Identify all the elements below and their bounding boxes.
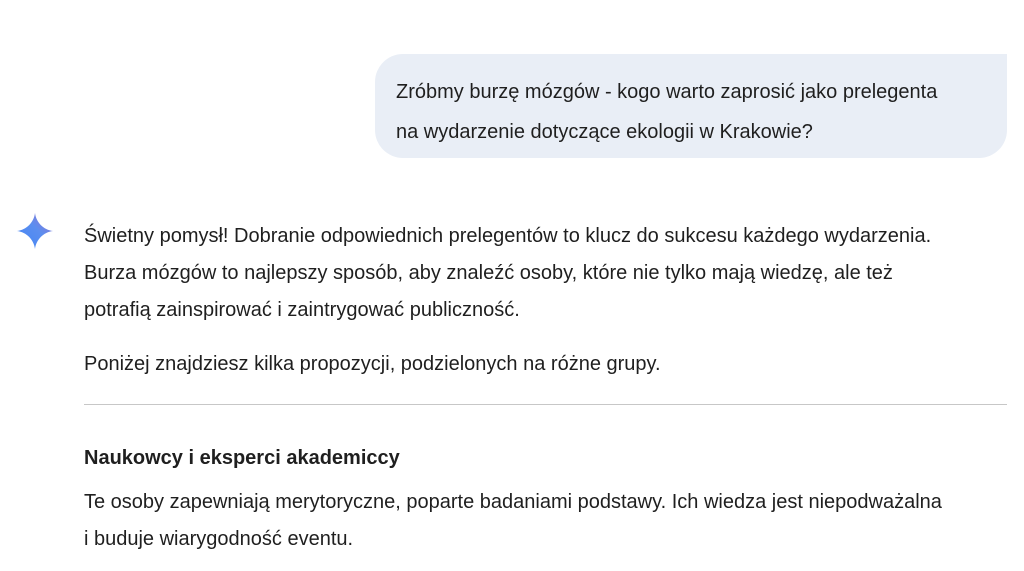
response-paragraph: Świetny pomysł! Dobranie odpowiednich pr… <box>84 218 1009 329</box>
gemini-sparkle-icon <box>17 213 53 249</box>
section-body-line: Te osoby zapewniają merytoryczne, popart… <box>84 491 942 513</box>
user-message-line: Zróbmy burzę mózgów - kogo warto zaprosi… <box>396 81 938 103</box>
user-message-bubble: Zróbmy burzę mózgów - kogo warto zaprosi… <box>375 54 1007 158</box>
response-paragraph: Poniżej znajdziesz kilka propozycji, pod… <box>84 346 1009 383</box>
response-line: Poniżej znajdziesz kilka propozycji, pod… <box>84 353 661 375</box>
section-body-line: i buduje wiarygodność eventu. <box>84 528 354 550</box>
response-line: Burza mózgów to najlepszy sposób, aby zn… <box>84 262 893 284</box>
section-heading: Naukowcy i eksperci akademiccy <box>84 447 400 469</box>
response-line: potrafią zainspirować i zaintrygować pub… <box>84 299 520 321</box>
chat-conversation: Zróbmy burzę mózgów - kogo warto zaprosi… <box>0 0 1024 571</box>
response-line: Świetny pomysł! Dobranie odpowiednich pr… <box>84 225 932 247</box>
user-message-line: na wydarzenie dotyczące ekologii w Krako… <box>396 121 813 143</box>
section-body: Te osoby zapewniają merytoryczne, popart… <box>84 484 942 558</box>
assistant-response: Świetny pomysł! Dobranie odpowiednich pr… <box>84 218 1009 383</box>
section-divider <box>84 404 1007 405</box>
